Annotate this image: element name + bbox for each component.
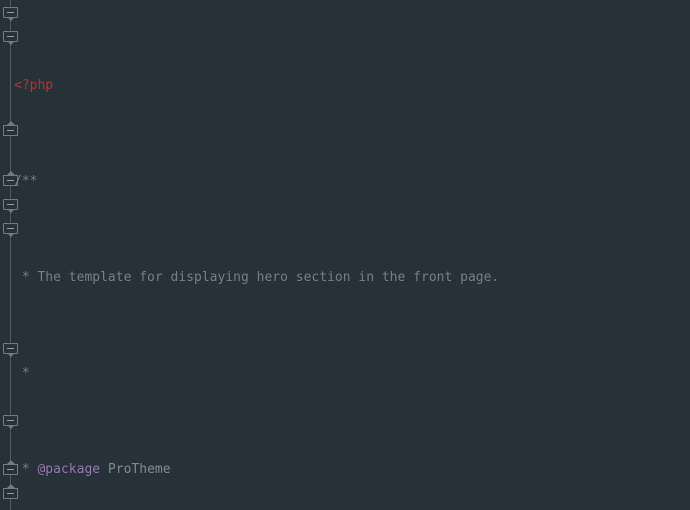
doc-comment-star: *: [14, 462, 38, 477]
code-line-3: * The template for displaying hero secti…: [14, 266, 690, 290]
doc-package-tag: @package: [37, 462, 101, 477]
code-editor[interactable]: <?php /** * The template for displaying …: [0, 0, 690, 510]
doc-package-value: ProTheme: [100, 462, 171, 477]
code-line-2: /**: [14, 170, 690, 194]
code-line-4: *: [14, 362, 690, 386]
php-open-tag: <?php: [14, 78, 54, 93]
doc-comment-start: /**: [14, 174, 38, 189]
code-line-5: * @package ProTheme: [14, 458, 690, 482]
code-line-1: <?php: [14, 74, 690, 98]
doc-comment-text: * The template for displaying hero secti…: [14, 270, 500, 285]
doc-comment-blank: *: [14, 366, 30, 381]
code-content[interactable]: <?php /** * The template for displaying …: [0, 0, 690, 510]
